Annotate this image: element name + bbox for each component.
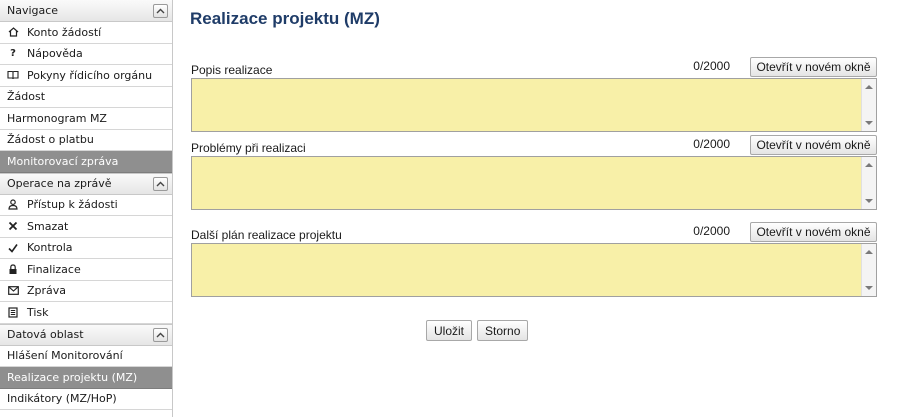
scroll-down-icon[interactable] xyxy=(865,199,873,203)
char-counter: 0/2000 xyxy=(693,137,730,151)
sidebar-item-label: Finalizace xyxy=(27,262,81,276)
field-popis-realizace: Popis realizace 0/2000 Otevřít v novém o… xyxy=(191,56,877,132)
user-icon xyxy=(7,199,19,211)
page-title: Realizace projektu (MZ) xyxy=(190,9,380,28)
sidebar: Navigace Konto žádostí ? Nápověda Pokyny… xyxy=(0,0,173,417)
collapse-button[interactable] xyxy=(153,327,168,342)
print-icon xyxy=(7,306,19,318)
open-new-window-button[interactable]: Otevřít v novém okně xyxy=(750,222,877,242)
field-dalsi-plan: Další plán realizace projektu 0/2000 Ote… xyxy=(191,221,877,297)
chevron-up-icon xyxy=(156,181,165,186)
sidebar-section-title: Datová oblast xyxy=(7,328,84,341)
save-button[interactable]: Uložit xyxy=(426,320,473,341)
sidebar-item-hlaseni[interactable]: Hlášení Monitorování xyxy=(0,346,172,367)
field-label: Problémy při realizaci xyxy=(191,141,306,155)
cancel-button[interactable]: Storno xyxy=(477,320,529,341)
sidebar-item-napoveda[interactable]: ? Nápověda xyxy=(0,44,172,65)
problemy-textarea[interactable] xyxy=(191,156,877,210)
sidebar-item-pokyny[interactable]: Pokyny řídicího orgánu xyxy=(0,65,172,87)
sidebar-item-label: Zpráva xyxy=(27,284,67,298)
sidebar-item-pristup[interactable]: Přístup k žádosti xyxy=(0,195,172,216)
sidebar-item-label: Tisk xyxy=(27,305,49,319)
lock-icon xyxy=(7,263,19,275)
sidebar-section-data-area: Datová oblast xyxy=(0,323,172,346)
sidebar-item-label: Přístup k žádosti xyxy=(27,198,118,212)
book-icon xyxy=(7,69,19,81)
sidebar-item-label: Realizace projektu (MZ) xyxy=(7,370,138,384)
home-icon xyxy=(7,26,19,38)
delete-icon xyxy=(7,220,19,232)
sidebar-item-label: Nápověda xyxy=(27,47,83,61)
sidebar-section-title: Operace na zprávě xyxy=(7,177,112,190)
scroll-up-icon[interactable] xyxy=(865,250,873,254)
sidebar-item-indikatory[interactable]: Indikátory (MZ/HoP) xyxy=(0,389,172,410)
sidebar-item-label: Hlášení Monitorování xyxy=(7,349,123,363)
sidebar-item-realizace[interactable]: Realizace projektu (MZ) xyxy=(0,367,172,389)
field-label: Popis realizace xyxy=(191,63,273,77)
sidebar-item-konto[interactable]: Konto žádostí xyxy=(0,22,172,44)
sidebar-item-monitorovaci-zprava[interactable]: Monitorovací zpráva xyxy=(0,151,172,173)
sidebar-item-label: Pokyny řídicího orgánu xyxy=(27,68,153,82)
field-problemy: Problémy při realizaci 0/2000 Otevřít v … xyxy=(191,134,877,210)
scroll-down-icon[interactable] xyxy=(865,121,873,125)
chevron-up-icon xyxy=(156,8,165,13)
char-counter: 0/2000 xyxy=(693,224,730,238)
sidebar-item-zprava[interactable]: Zpráva xyxy=(0,281,172,302)
open-new-window-button[interactable]: Otevřít v novém okně xyxy=(750,57,877,77)
dalsi-plan-textarea[interactable] xyxy=(191,243,877,297)
check-icon xyxy=(7,242,19,254)
envelope-icon xyxy=(7,285,19,297)
sidebar-item-label: Indikátory (MZ/HoP) xyxy=(7,392,117,406)
scrollbar[interactable] xyxy=(861,79,876,131)
open-new-window-button[interactable]: Otevřít v novém okně xyxy=(750,135,877,155)
field-label: Další plán realizace projektu xyxy=(191,228,342,242)
scrollbar[interactable] xyxy=(861,244,876,296)
sidebar-section-title: Navigace xyxy=(7,4,59,17)
sidebar-section-navigation: Navigace xyxy=(0,0,172,22)
scroll-up-icon[interactable] xyxy=(865,85,873,89)
sidebar-item-label: Konto žádostí xyxy=(27,25,102,39)
sidebar-item-label: Harmonogram MZ xyxy=(7,111,107,125)
scroll-down-icon[interactable] xyxy=(865,286,873,290)
sidebar-item-tisk[interactable]: Tisk xyxy=(0,302,172,324)
sidebar-item-smazat[interactable]: Smazat xyxy=(0,216,172,238)
sidebar-item-label: Monitorovací zpráva xyxy=(7,154,119,168)
sidebar-item-zadost[interactable]: Žádost xyxy=(0,87,172,108)
sidebar-item-kontrola[interactable]: Kontrola xyxy=(0,238,172,259)
sidebar-item-harmonogram[interactable]: Harmonogram MZ xyxy=(0,108,172,130)
char-counter: 0/2000 xyxy=(693,59,730,73)
sidebar-item-label: Smazat xyxy=(27,219,69,233)
collapse-button[interactable] xyxy=(153,3,168,18)
chevron-up-icon xyxy=(156,332,165,337)
scroll-up-icon[interactable] xyxy=(865,163,873,167)
scrollbar[interactable] xyxy=(861,157,876,209)
sidebar-item-label: Žádost xyxy=(7,90,46,104)
sidebar-item-zadost-o-platbu[interactable]: Žádost o platbu xyxy=(0,130,172,151)
sidebar-section-operations: Operace na zprávě xyxy=(0,172,172,195)
collapse-button[interactable] xyxy=(153,176,168,191)
sidebar-item-label: Žádost o platbu xyxy=(7,133,94,147)
sidebar-item-label: Kontrola xyxy=(27,241,73,255)
form-actions: Uložit Storno xyxy=(426,320,529,341)
sidebar-item-finalizace[interactable]: Finalizace xyxy=(0,259,172,281)
popis-realizace-textarea[interactable] xyxy=(191,78,877,132)
help-icon: ? xyxy=(10,48,16,60)
main-content: Realizace projektu (MZ) Popis realizace … xyxy=(190,0,880,417)
